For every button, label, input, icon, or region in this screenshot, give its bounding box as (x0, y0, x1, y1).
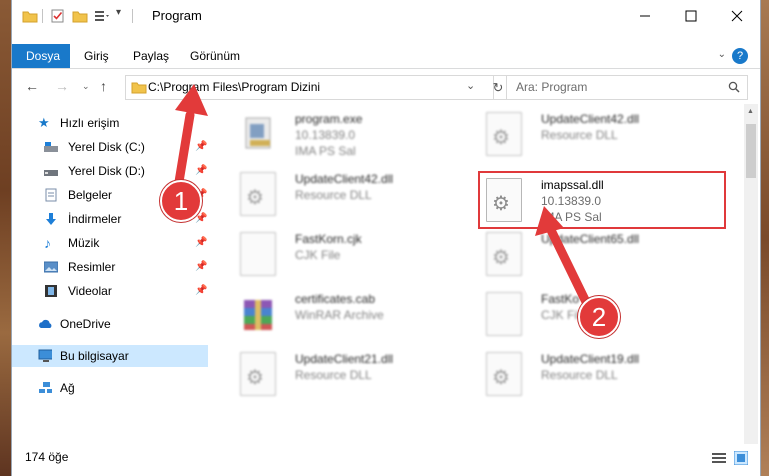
separator (132, 9, 133, 23)
sidebar-item-onedrive[interactable]: OneDrive (12, 313, 208, 335)
separator (42, 9, 43, 23)
sidebar-item-network[interactable]: Ağ (12, 377, 208, 399)
maximize-button[interactable] (668, 0, 714, 31)
chevron-down-icon[interactable]: ▾ (116, 7, 121, 21)
program-exe-icon (245, 117, 271, 149)
file-item[interactable]: ⚙ UpdateClient19.dll Resource DLL (464, 344, 694, 400)
callout-badge-2: 2 (578, 296, 620, 338)
pictures-icon (44, 261, 58, 273)
highlight-box-file (478, 171, 726, 229)
file-item[interactable]: certificates.cab WinRAR Archive (218, 284, 448, 340)
cloud-icon (39, 319, 52, 328)
film-strip-icon (45, 285, 57, 297)
pin-icon[interactable]: 📌 (195, 232, 207, 254)
sidebar-item-pictures[interactable]: Resimler 📌 (12, 256, 208, 278)
file-list: program.exe 10.13839.0 IMA PS Sal ⚙ Upda… (218, 104, 742, 444)
minimize-icon (640, 15, 650, 16)
properties-icon[interactable] (50, 9, 66, 23)
sidebar-item-this-pc[interactable]: Bu bilgisayar (12, 345, 208, 367)
refresh-icon: ↻ (492, 80, 504, 95)
window-title: Program (152, 8, 202, 23)
vertical-scrollbar[interactable]: ▲ (744, 104, 758, 444)
maximize-icon (685, 10, 697, 21)
pin-icon[interactable]: 📌 (195, 136, 207, 158)
documents-icon (45, 188, 57, 202)
pin-icon[interactable]: 📌 (195, 280, 207, 302)
search-input[interactable]: Ara: Program (506, 75, 748, 100)
music-note-icon: ♪ (44, 235, 51, 251)
sidebar-item-music[interactable]: ♪ Müzik 📌 (12, 232, 208, 254)
computer-icon (38, 349, 52, 362)
customize-quick-access-icon[interactable] (94, 9, 112, 23)
sidebar-item-local-disk-c[interactable]: Yerel Disk (C:) 📌 (12, 136, 208, 158)
pin-icon[interactable]: 📌 (195, 160, 207, 182)
download-arrow-icon (46, 213, 56, 225)
status-bar: 174 öğe (12, 446, 760, 476)
refresh-button[interactable]: ↻ (490, 75, 507, 100)
file-item[interactable]: ⚙ UpdateClient21.dll Resource DLL (218, 344, 448, 400)
large-icons-view-icon[interactable] (734, 451, 748, 465)
folder-icon (131, 82, 147, 94)
new-folder-icon[interactable] (72, 9, 88, 23)
tab-share[interactable]: Paylaş (123, 44, 179, 68)
explorer-window: ▾ Program Dosya Giriş Paylaş Görünüm ⌄ ?… (11, 0, 761, 476)
file-icon (486, 292, 522, 336)
address-path[interactable]: C:\Program Files\Program Dizini (148, 80, 320, 94)
pin-icon[interactable]: 📌 (195, 256, 207, 278)
file-icon (240, 232, 276, 276)
callout-badge-1: 1 (160, 180, 202, 222)
close-icon (731, 10, 743, 21)
search-icon[interactable] (728, 81, 740, 93)
file-item[interactable]: ⚙ UpdateClient65.dll (464, 224, 694, 280)
item-count: 174 öğe (25, 450, 69, 464)
help-icon[interactable]: ? (732, 48, 748, 64)
tab-home[interactable]: Giriş (74, 44, 119, 68)
sidebar-item-local-disk-d[interactable]: Yerel Disk (D:) 📌 (12, 160, 208, 182)
navigation-pane: ★ Hızlı erişim Yerel Disk (C:) 📌 Yerel D… (12, 104, 208, 444)
dll-file-icon: ⚙ (240, 172, 276, 216)
ribbon-tabs: Dosya Giriş Paylaş Görünüm ⌄ ? (12, 44, 760, 69)
star-icon: ★ (38, 115, 50, 130)
minimize-button[interactable] (622, 0, 668, 31)
details-view-icon[interactable] (712, 452, 726, 464)
file-item[interactable]: program.exe 10.13839.0 IMA PS Sal (218, 104, 448, 160)
up-arrow-icon[interactable]: ↑ (100, 78, 107, 94)
forward-arrow-icon[interactable]: → (55, 78, 69, 94)
search-placeholder: Ara: Program (516, 80, 588, 94)
navigation-bar: ← → ⌄ ↑ C:\Program Files\Program Dizini … (12, 72, 760, 102)
address-dropdown-chevron-icon[interactable]: ⌄ (466, 79, 475, 92)
tab-file[interactable]: Dosya (12, 44, 70, 68)
file-item[interactable]: ⚙ UpdateClient42.dll Resource DLL (464, 104, 694, 160)
file-item[interactable]: ⚙ UpdateClient42.dll Resource DLL (218, 164, 448, 220)
tab-view[interactable]: Görünüm (180, 44, 250, 68)
file-item[interactable]: FastKorn.cjk CJK File (218, 224, 448, 280)
close-button[interactable] (714, 0, 760, 31)
scrollbar-thumb[interactable] (746, 124, 756, 178)
drive-icon (44, 142, 58, 152)
sidebar-item-quick-access[interactable]: ★ Hızlı erişim (12, 112, 208, 134)
dll-file-icon: ⚙ (240, 352, 276, 396)
folder-icon (22, 11, 38, 23)
dll-file-icon: ⚙ (486, 352, 522, 396)
title-bar: ▾ Program (12, 0, 760, 31)
recent-locations-chevron-icon[interactable]: ⌄ (82, 81, 90, 92)
network-icon (39, 382, 52, 393)
sidebar-item-videos[interactable]: Videolar 📌 (12, 280, 208, 302)
dll-file-icon: ⚙ (486, 112, 522, 156)
drive-icon (44, 170, 58, 176)
dll-file-icon: ⚙ (486, 232, 522, 276)
chevron-down-icon[interactable]: ⌄ (718, 49, 726, 60)
scroll-up-icon[interactable]: ▲ (747, 108, 754, 115)
back-arrow-icon[interactable]: ← (25, 78, 39, 94)
winrar-archive-icon (244, 300, 272, 330)
address-bar[interactable]: C:\Program Files\Program Dizini ⌄ (125, 75, 494, 100)
